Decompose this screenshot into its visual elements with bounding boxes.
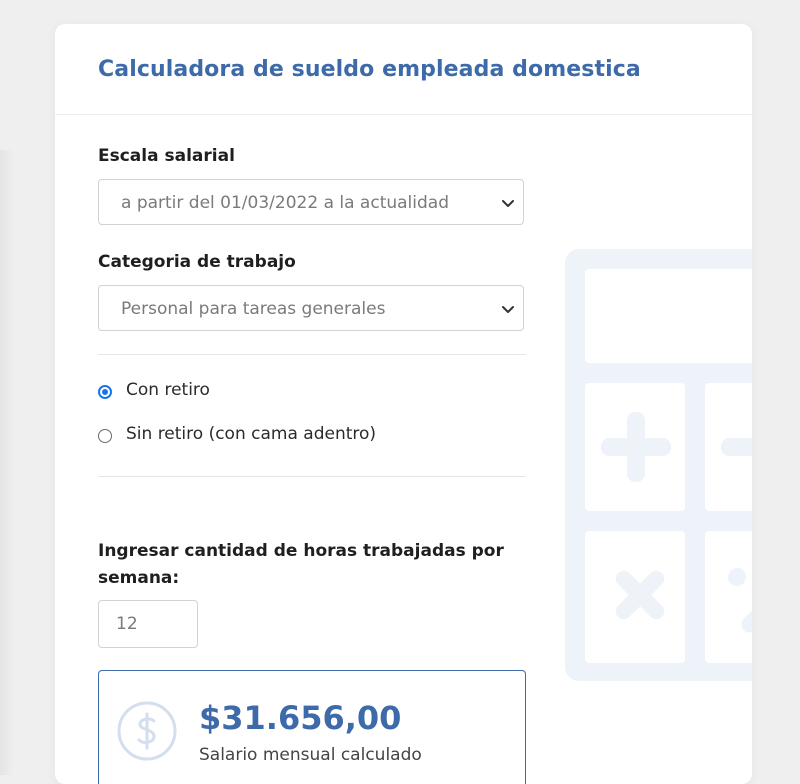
calculator-card: Calculadora de sueldo empleada domestica… [55,24,752,784]
escala-selected-value: a partir del 01/03/2022 a la actualidad [121,193,449,213]
salary-amount: $31.656,00 [199,699,402,737]
categoria-selected-value: Personal para tareas generales [121,299,386,319]
escala-label: Escala salarial [98,146,235,166]
radio-label: Sin retiro (con cama adentro) [126,424,377,444]
page-title: Calculadora de sueldo empleada domestica [98,57,641,82]
divider [98,476,526,477]
radio-button-checked[interactable] [98,385,112,399]
radio-label: Con retiro [126,380,210,400]
calculator-illustration-icon [565,249,752,681]
escala-select[interactable]: a partir del 01/03/2022 a la actualidad [98,179,524,225]
categoria-label: Categoria de trabajo [98,252,296,272]
horas-label: Ingresar cantidad de horas trabajadas po… [98,541,504,588]
chevron-down-icon [502,200,514,207]
card-header: Calculadora de sueldo empleada domestica [55,24,752,115]
radio-button[interactable] [98,429,112,443]
chevron-down-icon [502,306,514,313]
result-box: $31.656,00 Salario mensual calculado [98,670,526,784]
background-strip [0,150,14,775]
divider [98,354,526,355]
salary-caption: Salario mensual calculado [199,745,422,765]
dollar-circle-icon [117,701,177,761]
categoria-select[interactable]: Personal para tareas generales [98,285,524,331]
horas-input[interactable] [98,600,198,648]
